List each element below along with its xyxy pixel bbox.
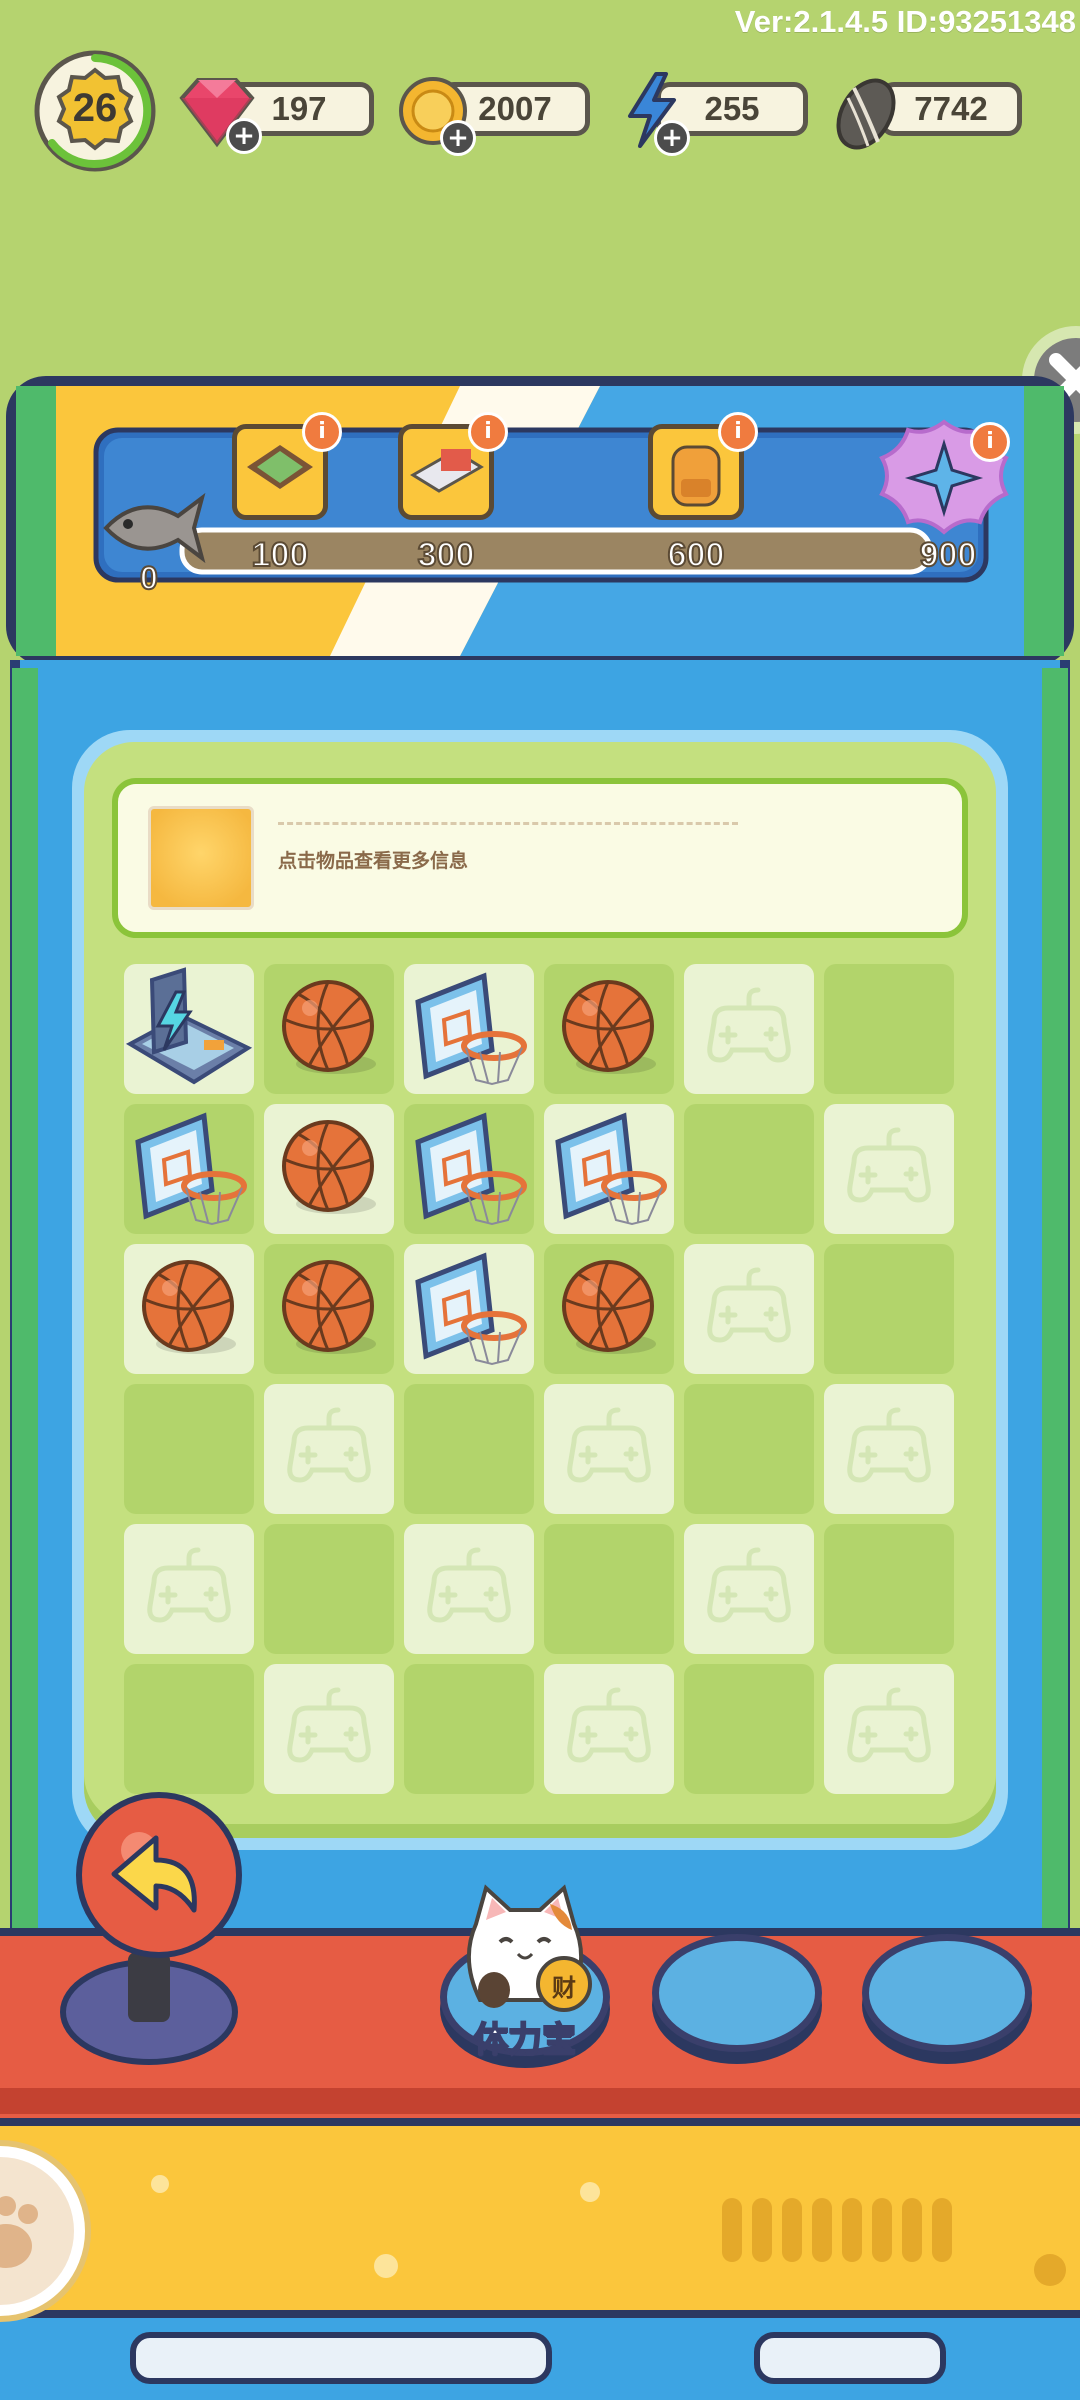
milestone-value: 900 — [919, 535, 978, 575]
grid-cell-empty[interactable] — [544, 1664, 674, 1794]
coins-value: 2007 — [478, 90, 552, 127]
grid-cell-basketball[interactable] — [264, 1244, 394, 1374]
sunflower-seed-icon — [826, 72, 906, 160]
grid-cell-empty[interactable] — [684, 1524, 814, 1654]
grid-cell-basketball[interactable] — [264, 1104, 394, 1234]
item-preview — [148, 806, 254, 910]
grid-cell-hoop[interactable] — [404, 1244, 534, 1374]
stamina-label: 体力宝 — [473, 2019, 577, 2061]
gems-value: 197 — [271, 90, 327, 127]
grid-cell-empty[interactable] — [824, 1104, 954, 1234]
console-shadow — [0, 2088, 1080, 2114]
grid-cell-empty[interactable] — [404, 1524, 534, 1654]
grid-cell-empty[interactable] — [404, 1384, 534, 1514]
milestone-value: 600 — [667, 535, 726, 575]
lucky-cat-icon[interactable]: 财 — [440, 1880, 610, 2030]
milestone-value: 100 — [251, 535, 310, 575]
undo-button[interactable] — [74, 1790, 244, 1960]
grid-cell-basketball[interactable] — [264, 964, 394, 1094]
grid-cell-empty[interactable] — [684, 1664, 814, 1794]
lucky-badge: 财 — [552, 1974, 576, 2002]
machine-base — [0, 2318, 1080, 2400]
item-info-box: 点击物品查看更多信息 — [112, 778, 968, 938]
track-current-value: 0 — [139, 559, 159, 597]
grid-cell-hoop[interactable] — [404, 1104, 534, 1234]
version-label: Ver:2.1.4.5 ID:93251348 — [734, 4, 1076, 39]
grid-cell-basketball[interactable] — [124, 1244, 254, 1374]
info-badge[interactable]: i — [302, 412, 342, 452]
info-divider — [278, 822, 738, 825]
grid-cell-empty[interactable] — [124, 1664, 254, 1794]
grid-cell-energy-generator[interactable] — [124, 964, 254, 1094]
paw-button[interactable] — [0, 2136, 92, 2326]
machine-right-stripe — [1042, 668, 1068, 1938]
grid-cell-hoop[interactable] — [124, 1104, 254, 1234]
grid-cell-empty[interactable] — [684, 1244, 814, 1374]
grid-cell-empty[interactable] — [544, 1524, 674, 1654]
grid-cell-empty[interactable] — [684, 964, 814, 1094]
grid-cell-empty[interactable] — [824, 1384, 954, 1514]
grid-cell-empty[interactable] — [264, 1664, 394, 1794]
grid-cell-empty[interactable] — [824, 1244, 954, 1374]
info-badge[interactable]: i — [970, 422, 1010, 462]
grid-cell-empty[interactable] — [684, 1104, 814, 1234]
seeds-value: 7742 — [914, 90, 988, 127]
grid-cell-empty[interactable] — [124, 1384, 254, 1514]
grid-cell-hoop[interactable] — [404, 964, 534, 1094]
milestone-value: 300 — [417, 535, 476, 575]
grid-cell-empty[interactable] — [124, 1524, 254, 1654]
grid-cell-empty[interactable] — [824, 1664, 954, 1794]
grid-cell-empty[interactable] — [264, 1524, 394, 1654]
console-front — [0, 2118, 1080, 2318]
undo-joystick-base — [58, 1942, 240, 2066]
add-coins-button[interactable]: + — [440, 120, 476, 156]
base-slot-left — [130, 2332, 552, 2384]
merge-grid — [124, 964, 956, 1796]
console-button-middle[interactable] — [652, 1934, 822, 2052]
base-slot-right — [754, 2332, 946, 2384]
info-badge[interactable]: i — [718, 412, 758, 452]
grid-cell-basketball[interactable] — [544, 1244, 674, 1374]
add-energy-button[interactable]: + — [654, 120, 690, 156]
grid-cell-empty[interactable] — [824, 1524, 954, 1654]
level-number: 26 — [72, 86, 118, 130]
grid-cell-empty[interactable] — [404, 1664, 534, 1794]
add-gems-button[interactable]: + — [226, 118, 262, 154]
console-button-right[interactable] — [862, 1934, 1032, 2052]
grid-cell-empty[interactable] — [264, 1384, 394, 1514]
energy-value: 255 — [704, 90, 760, 127]
grid-cell-hoop[interactable] — [544, 1104, 674, 1234]
grid-cell-basketball[interactable] — [544, 964, 674, 1094]
level-badge[interactable]: 26 — [32, 48, 158, 174]
grid-cell-empty[interactable] — [824, 964, 954, 1094]
item-info-hint: 点击物品查看更多信息 — [278, 850, 469, 872]
grid-cell-empty[interactable] — [684, 1384, 814, 1514]
machine-left-stripe — [12, 668, 38, 1938]
grid-cell-empty[interactable] — [544, 1384, 674, 1514]
info-badge[interactable]: i — [468, 412, 508, 452]
